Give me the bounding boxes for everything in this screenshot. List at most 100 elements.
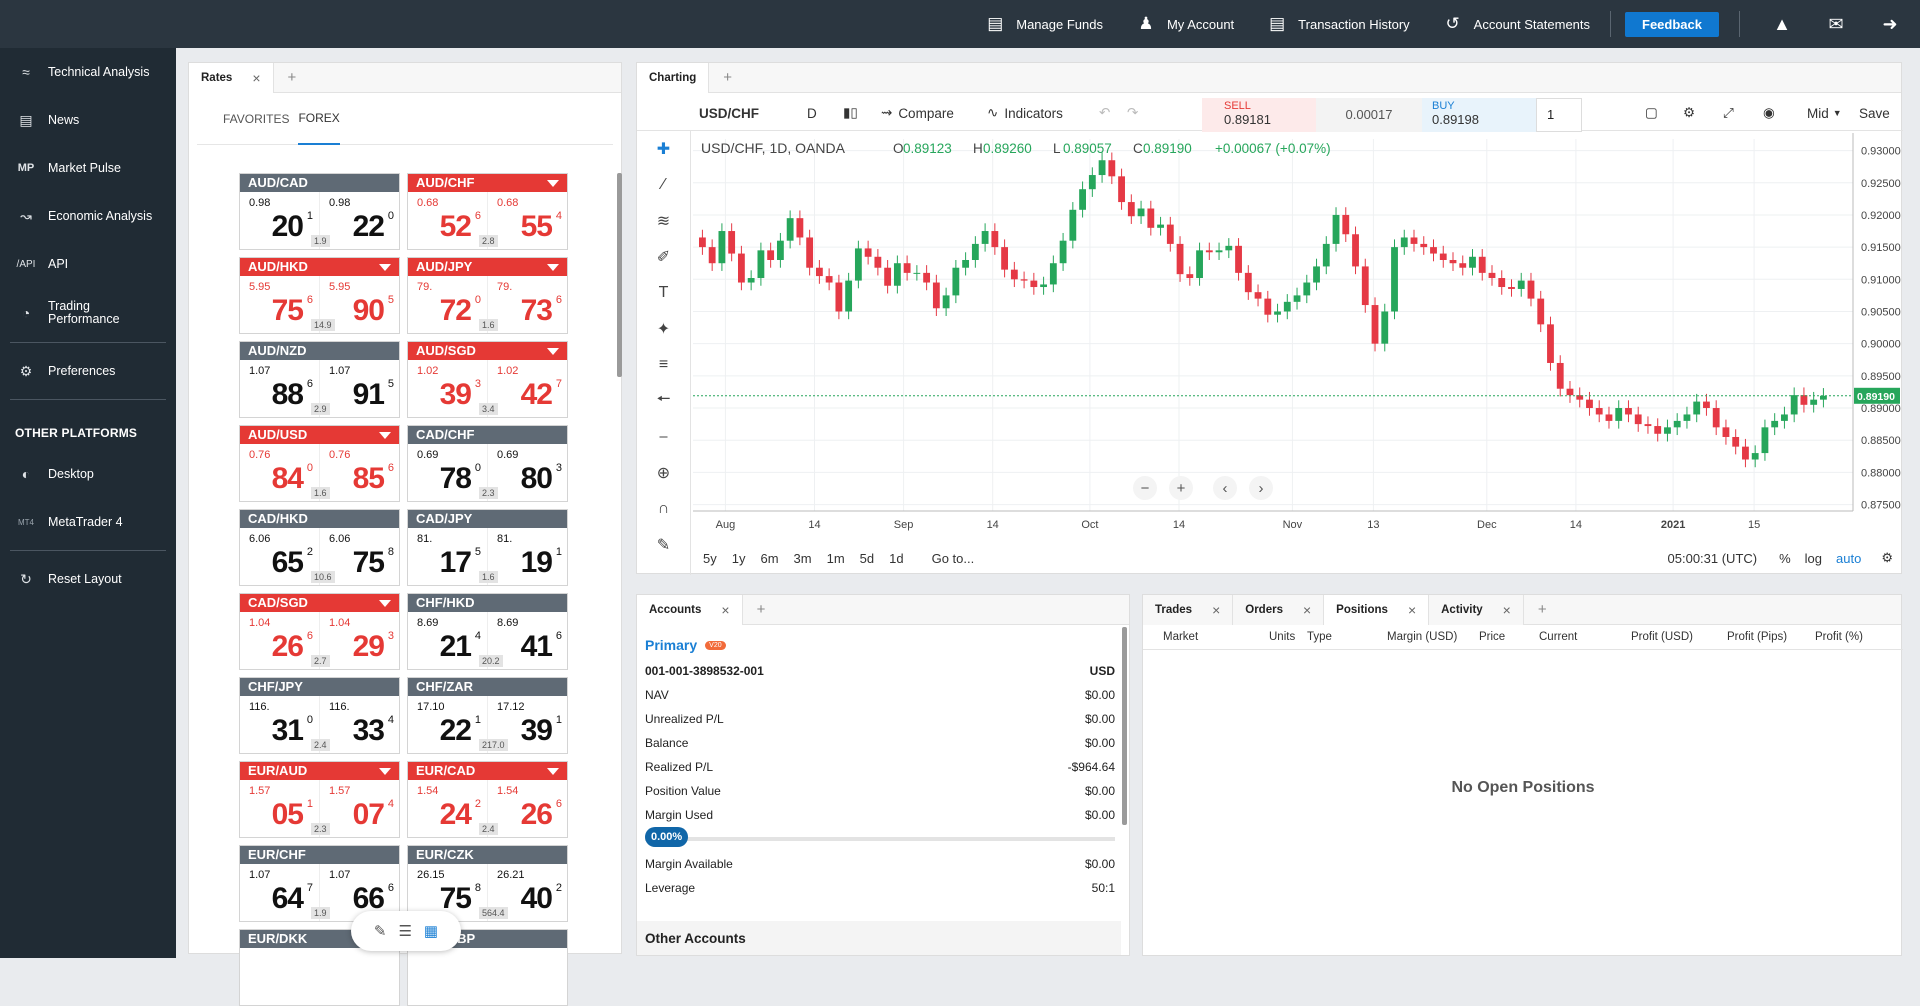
rate-tile[interactable]: CHF/HKD 8.69 21 4 8.69 41 6 20.2 (407, 593, 568, 670)
arrow-left-icon[interactable]: 🠔 (637, 383, 690, 419)
rate-tile[interactable]: CAD/CHF 0.69 78 0 0.69 80 3 2.3 (407, 425, 568, 502)
chat-icon[interactable]: ✉ (1824, 14, 1848, 35)
rate-tile[interactable]: AUD/USD 0.76 84 0 0.76 85 6 1.6 (239, 425, 400, 502)
chevron-down-icon[interactable] (379, 264, 391, 271)
close-icon[interactable]: × (1408, 602, 1416, 618)
rate-tile[interactable]: EUR/CAD 1.54 24 2 1.54 26 6 2.4 (407, 761, 568, 838)
sidebar-item-api[interactable]: /API API (0, 240, 176, 288)
column-header[interactable]: Profit (USD) (1631, 631, 1693, 643)
percent-scale-toggle[interactable]: % (1779, 551, 1791, 566)
redo-icon[interactable]: ↷ (1127, 95, 1138, 131)
bid-button[interactable]: 1.07 88 6 (240, 360, 320, 417)
ask-button[interactable]: 0.76 85 6 (320, 444, 400, 501)
brush-icon[interactable]: ✐ (637, 239, 690, 275)
range-5d[interactable]: 5d (860, 551, 874, 566)
sidebar-item-preferences[interactable]: ⚙ Preferences (0, 347, 176, 395)
bid-button[interactable]: 17.10 22 1 (408, 696, 488, 753)
symbol-search[interactable]: USD/CHF (699, 95, 759, 131)
edit-icon[interactable]: ✎ (374, 922, 387, 940)
bid-button[interactable]: 1.04 26 6 (240, 612, 320, 669)
ask-button[interactable]: 81. 19 1 (488, 528, 568, 585)
range-1y[interactable]: 1y (732, 551, 746, 566)
sidebar-item-desktop[interactable]: ◐ Desktop (0, 450, 176, 498)
chevron-down-icon[interactable] (547, 180, 559, 187)
sidebar-item-market-pulse[interactable]: MP Market Pulse (0, 144, 176, 192)
close-icon[interactable]: × (1503, 602, 1511, 618)
trend-line-icon[interactable]: ∕ (637, 167, 690, 203)
tab-accounts[interactable]: Accounts × (637, 594, 743, 625)
ask-button[interactable]: 0.69 80 3 (488, 444, 568, 501)
bid-button[interactable]: 79. 72 0 (408, 276, 488, 333)
bid-button[interactable]: 6.06 65 2 (240, 528, 320, 585)
compare-button[interactable]: ⇝ Compare (881, 95, 954, 131)
ask-button[interactable]: 1.02 42 7 (488, 360, 568, 417)
pattern-icon[interactable]: ✦ (637, 311, 690, 347)
log-scale-toggle[interactable]: log (1805, 551, 1822, 566)
rate-tile[interactable]: AUD/HKD 5.95 75 6 5.95 90 5 14.9 (239, 257, 400, 334)
tab-activity[interactable]: Activity × (1429, 594, 1524, 625)
sell-button[interactable]: SELL 0.89181 (1202, 98, 1316, 132)
column-header[interactable]: Price (1479, 631, 1505, 643)
tab-charting[interactable]: Charting (637, 62, 710, 93)
ask-button[interactable]: 1.07 91 5 (320, 360, 400, 417)
bid-button[interactable]: 1.02 39 3 (408, 360, 488, 417)
rate-tile[interactable]: AUD/NZD 1.07 88 6 1.07 91 5 2.9 (239, 341, 400, 418)
list-view-icon[interactable]: ☰ (398, 922, 411, 940)
subtab-forex[interactable]: FOREX (298, 93, 340, 145)
camera-icon[interactable]: ◉ (1763, 95, 1775, 131)
column-header[interactable]: Market (1163, 631, 1198, 643)
goto-button[interactable]: Go to... (932, 551, 975, 566)
column-header[interactable]: Profit (Pips) (1727, 631, 1787, 643)
tab-rates[interactable]: Rates × (189, 62, 274, 93)
lock-draw-icon[interactable]: ✎ (637, 527, 690, 563)
magnet-icon[interactable]: ∩ (637, 491, 690, 527)
interval-button[interactable]: D (807, 95, 817, 131)
manage-funds-link[interactable]: ▤ Manage Funds (982, 14, 1103, 34)
scrollbar[interactable] (1122, 627, 1127, 825)
chevron-down-icon[interactable] (379, 768, 391, 775)
bid-button[interactable]: 81. 17 5 (408, 528, 488, 585)
ruler-icon[interactable]: ⎯ (637, 419, 690, 455)
price-chart[interactable]: 0.93000 0.92500 0.92000 0.91500 0.91000 0.905… (693, 133, 1901, 541)
account-name[interactable]: Primary (645, 637, 697, 653)
tab-positions[interactable]: Positions × (1324, 594, 1430, 625)
sidebar-item-reset-layout[interactable]: ↻ Reset Layout (0, 555, 176, 603)
range-5y[interactable]: 5y (703, 551, 717, 566)
close-icon[interactable]: × (721, 602, 729, 618)
rate-tile[interactable]: AUD/JPY 79. 72 0 79. 73 6 1.6 (407, 257, 568, 334)
range-3m[interactable]: 3m (794, 551, 812, 566)
tab-trades[interactable]: Trades × (1143, 594, 1234, 625)
chevron-down-icon[interactable] (547, 768, 559, 775)
close-icon[interactable]: × (1303, 602, 1311, 618)
chart-settings-icon[interactable]: ⚙ (1881, 550, 1893, 566)
rate-tile[interactable]: EUR/AUD 1.57 05 1 1.57 07 4 2.3 (239, 761, 400, 838)
ask-button[interactable]: 0.68 55 4 (488, 192, 568, 249)
subtab-favorites[interactable]: FAVORITES (223, 93, 289, 145)
chevron-down-icon[interactable] (379, 432, 391, 439)
bid-button[interactable]: 0.76 84 0 (240, 444, 320, 501)
ask-button[interactable]: 116. 33 4 (320, 696, 400, 753)
rectangle-icon[interactable]: ▢ (1645, 95, 1658, 131)
rate-tile[interactable]: CAD/HKD 6.06 65 2 6.06 75 8 10.6 (239, 509, 400, 586)
column-header[interactable]: Type (1307, 631, 1332, 643)
range-1d[interactable]: 1d (889, 551, 903, 566)
bid-button[interactable]: 0.98 20 1 (240, 192, 320, 249)
column-header[interactable]: Profit (%) (1815, 631, 1863, 643)
rate-tile[interactable]: CAD/SGD 1.04 26 6 1.04 29 3 2.7 (239, 593, 400, 670)
bid-button[interactable]: 0.68 52 6 (408, 192, 488, 249)
chevron-down-icon[interactable] (547, 348, 559, 355)
sidebar-item-technical-analysis[interactable]: ≈ Technical Analysis (0, 48, 176, 96)
ask-button[interactable]: 1.54 26 6 (488, 780, 568, 837)
rate-tile[interactable]: AUD/CHF 0.68 52 6 0.68 55 4 2.8 (407, 173, 568, 250)
bid-button[interactable]: 0.69 78 0 (408, 444, 488, 501)
bid-button[interactable]: 1.54 24 2 (408, 780, 488, 837)
add-tab-icon[interactable]: + (709, 69, 746, 86)
add-tab-icon[interactable]: + (743, 601, 780, 618)
column-header[interactable]: Current (1539, 631, 1577, 643)
price-type-dropdown[interactable]: Mid ▼ (1807, 95, 1842, 131)
candle-style-icon[interactable]: ▮▯ (843, 95, 858, 131)
ask-button[interactable]: 1.57 07 4 (320, 780, 400, 837)
close-icon[interactable]: × (252, 70, 260, 86)
close-icon[interactable]: × (1212, 602, 1220, 618)
settings-icon[interactable]: ⚙ (1683, 95, 1695, 131)
